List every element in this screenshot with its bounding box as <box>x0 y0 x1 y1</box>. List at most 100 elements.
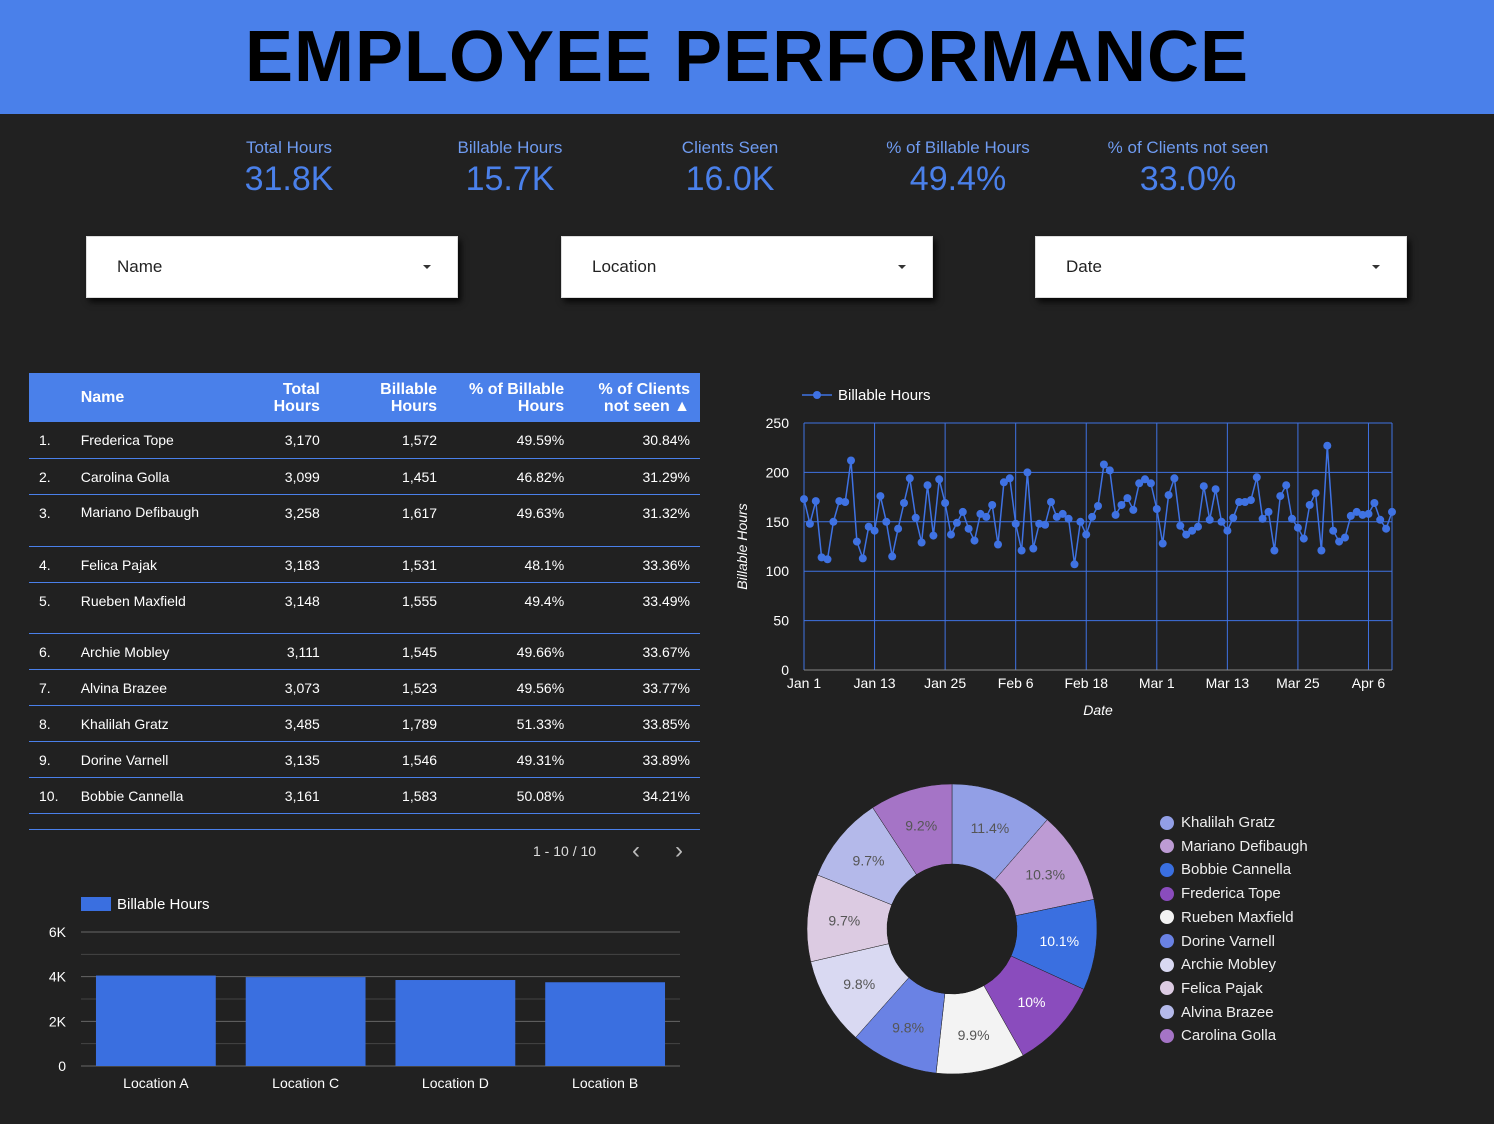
legend-label: Billable Hours <box>838 387 931 404</box>
legend-dot <box>1160 1005 1174 1020</box>
header-pct-billable[interactable]: % of Billable Hours <box>447 373 575 422</box>
data-point <box>882 517 891 526</box>
table-row[interactable]: 5. Rueben Maxfield 3,148 1,555 49.4% 33.49% <box>29 582 700 634</box>
data-point <box>1088 512 1097 521</box>
y-tick-label: 6K <box>49 924 67 940</box>
page-title: EMPLOYEE PERFORMANCE <box>244 17 1250 97</box>
line-chart: 050100150200250Jan 1 Jan 13 Jan 25 Feb 6 Feb… <box>734 387 1396 718</box>
bar <box>395 980 516 1066</box>
employee-table: Name Total Hours Billable Hours % of Bil… <box>29 373 700 830</box>
legend-item[interactable]: Bobbie Cannella <box>1160 861 1291 878</box>
row-pct-clients-not-seen: 34.21% <box>574 777 700 814</box>
legend-swatch <box>81 897 111 911</box>
row-total-hours: 3,258 <box>231 494 330 547</box>
bar-chart: 0 2K 4K 6K Location A Location C Location D Loc… <box>49 896 680 1091</box>
legend-item[interactable]: Mariano Defibaugh <box>1160 838 1308 855</box>
row-pct-billable: 49.59% <box>447 422 575 459</box>
legend-item[interactable]: Alvina Brazee <box>1160 1004 1274 1021</box>
data-point <box>1217 517 1226 526</box>
filter-label: Date <box>1066 257 1102 276</box>
legend-item[interactable]: Archie Mobley <box>1160 956 1276 973</box>
data-point <box>1011 519 1020 528</box>
chevron-right-icon[interactable]: › <box>668 839 690 863</box>
table-row[interactable]: 7. Alvina Brazee 3,073 1,523 49.56% 33.77% <box>29 669 700 706</box>
row-name: Archie Mobley <box>70 633 232 670</box>
y-tick-label: 100 <box>766 563 790 579</box>
data-point <box>1105 466 1114 475</box>
data-point <box>1111 510 1120 519</box>
legend-item[interactable]: Felica Pajak <box>1160 980 1263 997</box>
header-banner: EMPLOYEE PERFORMANCE <box>0 0 1494 114</box>
name-filter-dropdown[interactable]: Name <box>86 236 458 298</box>
data-point <box>1152 505 1161 513</box>
legend-item[interactable]: Dorine Varnell <box>1160 933 1275 950</box>
location-filter-dropdown[interactable]: Location <box>561 236 933 298</box>
y-tick-label: 150 <box>766 514 790 530</box>
row-index: 10. <box>29 777 71 814</box>
data-point <box>1305 501 1314 509</box>
row-billable-hours: 1,555 <box>329 582 448 634</box>
row-pct-clients-not-seen: 33.49% <box>574 582 700 634</box>
header-pct-clients-not-seen[interactable]: % of Clients not seen ▲ <box>574 373 700 422</box>
kpi-clients-seen: Clients Seen 16.0K <box>630 138 830 199</box>
data-point <box>1341 533 1349 542</box>
kpi-total-hours: Total Hours 31.8K <box>189 138 389 199</box>
data-point <box>1288 514 1296 523</box>
row-pct-billable: 49.66% <box>447 633 575 670</box>
table-row[interactable]: 3. Mariano Defibaugh 3,258 1,617 49.63% 31.32… <box>29 494 700 547</box>
data-point <box>1123 494 1132 503</box>
row-index: 8. <box>29 705 71 742</box>
data-point <box>1311 489 1320 498</box>
legend-dot <box>1160 862 1174 877</box>
row-index: 2. <box>29 458 71 495</box>
x-axis-title: Date <box>1083 702 1113 718</box>
data-point <box>829 517 838 526</box>
row-billable-hours: 1,545 <box>329 633 448 670</box>
date-filter-dropdown[interactable]: Date <box>1035 236 1407 298</box>
data-point <box>964 524 973 533</box>
row-total-hours: 3,161 <box>231 777 330 814</box>
row-pct-billable: 49.63% <box>447 494 575 547</box>
legend-item[interactable]: Frederica Tope <box>1160 885 1281 902</box>
legend-item[interactable]: Rueben Maxfield <box>1160 909 1294 926</box>
data-point <box>823 555 832 564</box>
y-tick-label: 4K <box>49 969 67 985</box>
table-row[interactable]: 2. Carolina Golla 3,099 1,451 46.82% 31.29% <box>29 458 700 495</box>
slice-label: 10% <box>1017 994 1045 1010</box>
header-name[interactable]: Name <box>70 373 232 422</box>
data-point <box>941 499 950 507</box>
kpi-value: 15.7K <box>465 160 555 198</box>
x-tick-label: Location C <box>272 1075 339 1091</box>
table-row[interactable]: 4. Felica Pajak 3,183 1,531 48.1% 33.36% <box>29 546 700 583</box>
legend-item[interactable]: Khalilah Gratz <box>1160 814 1275 831</box>
legend-label: Dorine Varnell <box>1181 932 1275 950</box>
data-point <box>1270 546 1279 555</box>
legend-label: Rueben Maxfield <box>1181 908 1294 926</box>
y-tick-label: 250 <box>766 415 790 431</box>
y-tick-label: 50 <box>773 613 789 629</box>
data-point <box>988 501 997 509</box>
x-tick-label: Location A <box>123 1075 189 1091</box>
y-tick-label: 200 <box>766 464 790 480</box>
donut-hole <box>887 864 1017 994</box>
data-point <box>1082 530 1091 539</box>
legend-item[interactable]: Carolina Golla <box>1160 1027 1276 1044</box>
table-row[interactable]: 6. Archie Mobley 3,111 1,545 49.66% 33.67% <box>29 633 700 670</box>
data-point <box>917 538 926 547</box>
kpi-pct-clients-not-seen: % of Clients not seen 33.0% <box>1088 138 1288 199</box>
header-billable-hours[interactable]: Billable Hours <box>329 373 448 422</box>
table-row[interactable]: 9. Dorine Varnell 3,135 1,546 49.31% 33.89% <box>29 741 700 778</box>
legend-dot <box>1160 886 1174 901</box>
data-point <box>1252 473 1261 482</box>
row-billable-hours: 1,617 <box>329 494 448 547</box>
table-row[interactable]: 8. Khalilah Gratz 3,485 1,789 51.33% 33.85% <box>29 705 700 742</box>
table-row[interactable]: 1. Frederica Tope 3,170 1,572 49.59% 30.84% <box>29 422 700 459</box>
chevron-left-icon[interactable]: ‹ <box>625 839 647 863</box>
x-tick-label: Location B <box>572 1075 638 1091</box>
table-row[interactable]: 10. Bobbie Cannella 3,161 1,583 50.08% 34.21% <box>29 777 700 814</box>
header-total-hours[interactable]: Total Hours <box>231 373 330 422</box>
data-point <box>1199 482 1208 491</box>
row-total-hours: 3,148 <box>231 582 330 634</box>
row-total-hours: 3,073 <box>231 669 330 706</box>
row-pct-clients-not-seen: 31.29% <box>574 458 700 495</box>
